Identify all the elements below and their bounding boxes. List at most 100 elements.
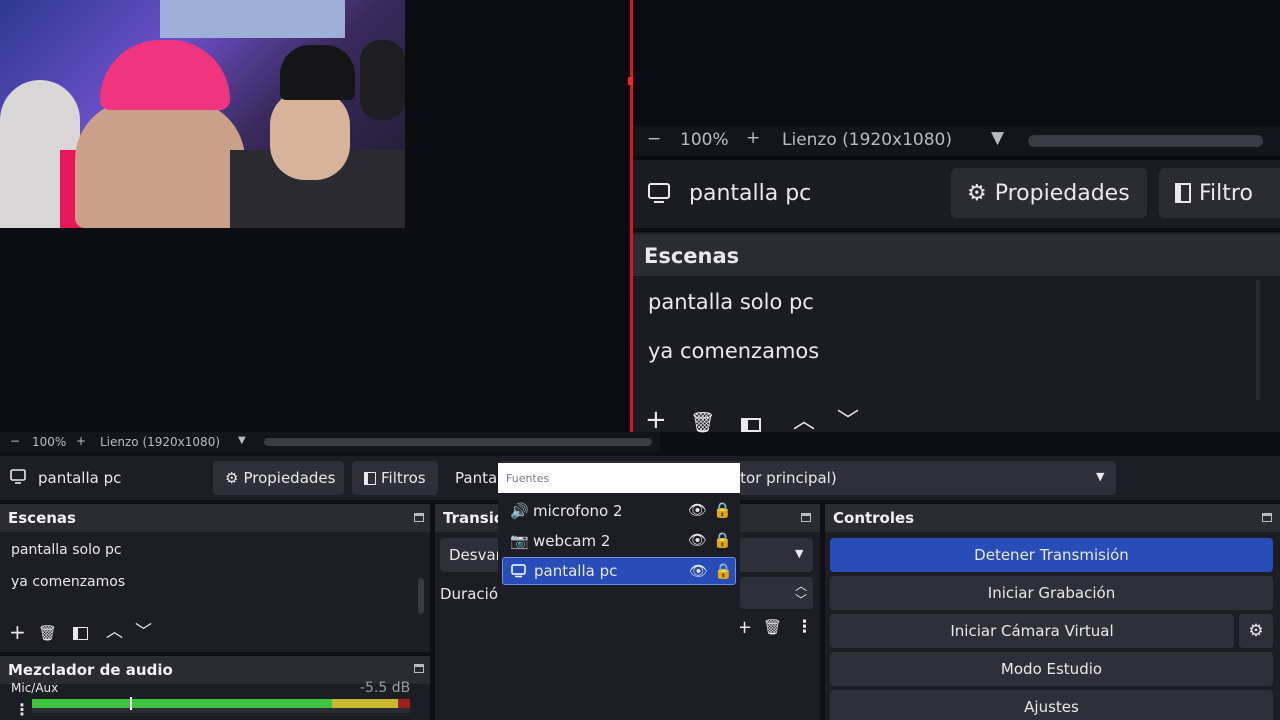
speaker-icon: 🔊 [510, 502, 529, 520]
zoom-value: 100% [32, 435, 67, 449]
filter-icon [364, 471, 376, 485]
nested-scenes-title-text: Escenas [644, 244, 740, 268]
nested-properties-label: Propiedades [994, 180, 1130, 206]
studio-mode-button[interactable]: Modo Estudio [830, 652, 1273, 686]
nested-zoom-in-icon: + [746, 128, 761, 148]
nested-scroll-track [1256, 280, 1260, 400]
scene-item[interactable]: ya comenzamos [11, 574, 125, 590]
properties-label: Propiedades [243, 469, 336, 487]
volume-meter [32, 697, 410, 713]
nested-properties-button: ⚙ Propiedades [951, 168, 1147, 218]
monitor-icon [511, 564, 526, 578]
monitor-icon [10, 469, 26, 485]
nested-down-icon: ﹀ [837, 409, 860, 434]
transition-type-value: Desvan [449, 546, 506, 564]
canvas-size: Lienzo (1920x1080) [100, 435, 221, 449]
camera-icon: 📷 [510, 532, 529, 550]
filters-label: Filtros [381, 469, 426, 487]
float-dock-icon[interactable] [414, 664, 424, 673]
float-dock-icon[interactable] [1262, 513, 1272, 522]
mixer-level-db: -5.5 dB [360, 680, 411, 696]
display-label: Pantal [455, 469, 502, 487]
float-dock-icon[interactable] [414, 513, 424, 522]
chevron-down-icon: ▼ [1096, 470, 1105, 483]
lock-icon[interactable]: 🔒 [713, 531, 732, 549]
controls-title: Controles [833, 509, 915, 527]
canvas-dropdown-icon[interactable]: ▼ [238, 435, 246, 446]
volume-meter-yellow [332, 699, 398, 708]
move-up-icon[interactable]: ︿ [106, 623, 123, 641]
nested-monitor-icon [647, 182, 671, 204]
nested-canvas-size: Lienzo (1920x1080) [782, 130, 953, 150]
selected-source-name: pantalla pc [38, 469, 122, 487]
audio-mixer-title-text: Mezclador de audio [8, 661, 173, 679]
volume-meter-red [398, 699, 410, 708]
gear-icon: ⚙ [225, 469, 239, 487]
source-row-label: webcam 2 [533, 532, 611, 550]
properties-button[interactable]: ⚙ Propiedades [213, 461, 344, 495]
controls-dock-title: Controles [825, 504, 1280, 532]
nested-filters-button: Filtro [1159, 168, 1280, 218]
scenes-dock-title: Escenas [0, 504, 430, 532]
nested-zoom-out-icon: − [647, 129, 662, 149]
mixer-menu-icon[interactable]: ⋮ [14, 700, 30, 719]
zoom-in-icon[interactable]: + [76, 434, 86, 448]
nested-add-icon: + [645, 405, 667, 435]
zoom-out-icon[interactable]: − [10, 434, 20, 448]
source-row-pantalla[interactable]: pantalla pc 👁 🔒 [502, 557, 736, 585]
scenes-scrollbar[interactable] [418, 578, 424, 614]
zoom-bar: − 100% + Lienzo (1920x1080) ▼ [0, 432, 660, 452]
chevron-down-icon: ▼ [795, 547, 804, 560]
gear-icon: ⚙ [1248, 621, 1264, 641]
eye-icon[interactable]: 👁 [689, 562, 708, 580]
scene-filter-icon[interactable] [73, 627, 88, 640]
nested-filters-label: Filtro [1199, 180, 1253, 206]
add-scene-icon[interactable]: + [9, 622, 26, 642]
settings-button[interactable]: Ajustes [830, 690, 1273, 720]
stop-streaming-button[interactable]: Detener Transmisión [830, 538, 1273, 572]
nested-source-name: pantalla pc [689, 181, 812, 206]
sources-panel-title: Fuentes [498, 463, 740, 493]
more-options-icon[interactable]: ⋮ [796, 617, 813, 637]
duration-spinbox[interactable]: ︿ ﹀ [740, 577, 813, 609]
volume-meter-green [32, 699, 332, 708]
lock-icon[interactable]: 🔒 [714, 562, 733, 580]
filters-button[interactable]: Filtros [352, 461, 438, 495]
controls-dock [825, 504, 1280, 720]
scenes-title: Escenas [8, 509, 76, 527]
virtual-camera-settings-button[interactable]: ⚙ [1239, 614, 1273, 648]
display-select-value: itor principal) [736, 469, 837, 487]
source-row-label: pantalla pc [534, 562, 618, 580]
nested-scrollbar [1028, 135, 1263, 147]
remove-transition-icon[interactable]: 🗑 [763, 618, 782, 636]
mixer-channel-name: Mic/Aux [11, 681, 59, 695]
nested-trash-icon: 🗑 [690, 410, 716, 434]
horizontal-scrollbar[interactable] [264, 438, 652, 446]
trash-icon[interactable]: 🗑 [38, 624, 57, 642]
eye-icon[interactable]: 👁 [688, 501, 707, 519]
source-row-microfono[interactable]: 🔊 microfono 2 👁 🔒 [502, 497, 736, 525]
sources-title: Fuentes [506, 472, 550, 485]
eye-icon[interactable]: 👁 [688, 531, 707, 549]
nested-zoom-value: 100% [680, 130, 729, 150]
nested-scenes-title: Escenas [633, 234, 1280, 276]
move-down-icon[interactable]: ﹀ [135, 623, 152, 641]
start-virtual-camera-button[interactable]: Iniciar Cámara Virtual [830, 614, 1234, 648]
webcam-feed [0, 0, 405, 228]
volume-peak-marker [130, 697, 132, 710]
scene-item[interactable]: pantalla solo pc [11, 542, 122, 558]
nested-filter-small-icon [741, 418, 761, 432]
lock-icon[interactable]: 🔒 [713, 501, 732, 519]
start-recording-button[interactable]: Iniciar Grabación [830, 576, 1273, 610]
nested-canvas-dropdown-icon: ▼ [991, 128, 1005, 148]
spin-down-icon[interactable]: ﹀ [795, 591, 807, 608]
nested-scene-item: ya comenzamos [648, 339, 820, 363]
source-row-webcam[interactable]: 📷 webcam 2 👁 🔒 [502, 527, 736, 555]
nested-screen-capture: − 100% + Lienzo (1920x1080) ▼ pantalla p… [633, 0, 1280, 435]
nested-zoom-bar: − 100% + Lienzo (1920x1080) ▼ [633, 126, 1280, 156]
nested-up-icon: ︿ [793, 409, 816, 434]
nested-gear-icon: ⚙ [967, 180, 987, 206]
nested-filter-icon [1175, 183, 1191, 203]
transitions-title: Transic [443, 509, 503, 527]
float-dock-icon[interactable] [801, 513, 811, 522]
